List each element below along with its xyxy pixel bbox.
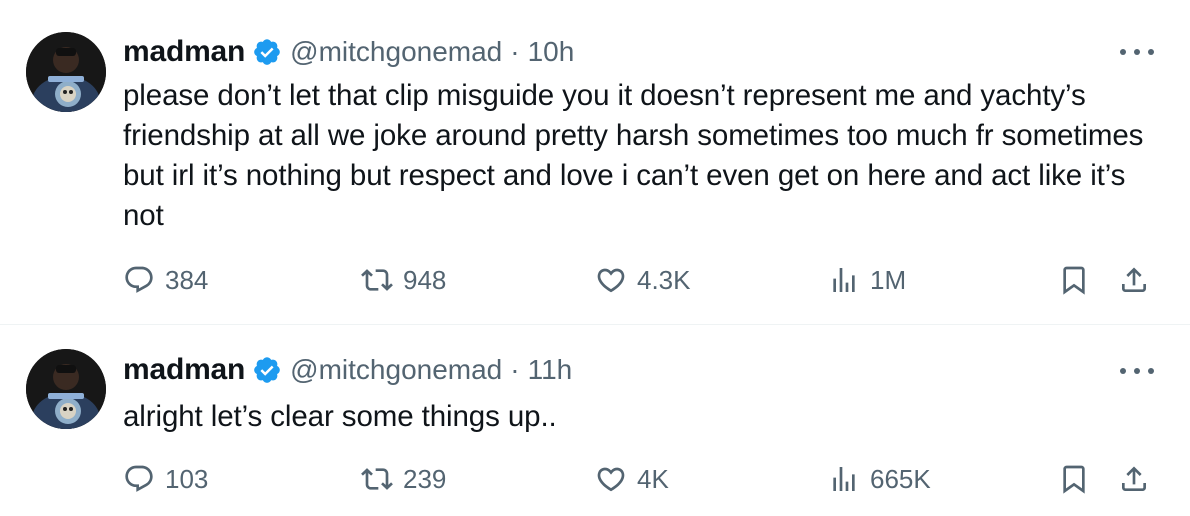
reply-count: 103 bbox=[165, 463, 209, 494]
views-count: 665K bbox=[870, 463, 931, 494]
reply-icon bbox=[125, 266, 153, 293]
reply-icon bbox=[125, 465, 153, 492]
verified-badge-icon bbox=[254, 39, 280, 65]
like-button[interactable]: 4K bbox=[595, 459, 669, 499]
action-bar: 384 948 4.3K 1M bbox=[123, 260, 1163, 300]
more-icon[interactable] bbox=[1120, 42, 1154, 62]
tweet-text: please don’t let that clip misguide you … bbox=[123, 79, 1144, 232]
action-bar: 103 239 4K 665K bbox=[123, 459, 1163, 499]
repost-button[interactable]: 239 bbox=[361, 459, 446, 499]
tweet[interactable]: madman @mitchgonemad · 10h please don’t … bbox=[0, 0, 1190, 324]
views-button[interactable]: 665K bbox=[828, 459, 931, 499]
like-count: 4K bbox=[637, 463, 669, 494]
reply-button[interactable]: 103 bbox=[123, 459, 208, 499]
tweet-header: madman @mitchgonemad · 11h bbox=[123, 350, 572, 390]
more-icon[interactable] bbox=[1120, 361, 1154, 381]
bookmark-button[interactable] bbox=[1058, 459, 1090, 499]
share-icon bbox=[1122, 466, 1146, 491]
display-name[interactable]: madman bbox=[123, 35, 245, 69]
separator: · bbox=[510, 354, 520, 385]
repost-icon bbox=[361, 468, 393, 490]
share-button[interactable] bbox=[1118, 459, 1150, 499]
separator: · bbox=[510, 36, 520, 67]
tweet[interactable]: madman @mitchgonemad · 11h alright let’s… bbox=[0, 325, 1190, 516]
views-icon bbox=[833, 467, 855, 491]
repost-icon bbox=[361, 269, 393, 291]
repost-count: 239 bbox=[403, 463, 447, 494]
timestamp[interactable]: 10h bbox=[528, 36, 575, 68]
views-count: 1M bbox=[870, 264, 907, 295]
handle[interactable]: @mitchgonemad bbox=[290, 354, 502, 386]
avatar[interactable] bbox=[26, 32, 106, 112]
views-button[interactable]: 1M bbox=[828, 260, 906, 300]
reply-button[interactable]: 384 bbox=[123, 260, 208, 300]
like-button[interactable]: 4.3K bbox=[595, 260, 691, 300]
like-count: 4.3K bbox=[637, 264, 691, 295]
display-name[interactable]: madman bbox=[123, 353, 245, 387]
views-icon bbox=[833, 268, 855, 292]
bookmark-icon bbox=[1063, 266, 1085, 295]
share-icon bbox=[1122, 267, 1146, 292]
like-icon bbox=[597, 467, 625, 492]
repost-count: 948 bbox=[403, 264, 447, 295]
like-icon bbox=[597, 268, 625, 293]
tweet-header: madman @mitchgonemad · 10h bbox=[123, 32, 574, 72]
timestamp[interactable]: 11h bbox=[528, 354, 573, 386]
repost-button[interactable]: 948 bbox=[361, 260, 446, 300]
tweet-text: alright let’s clear some things up.. bbox=[123, 400, 557, 433]
verified-badge-icon bbox=[254, 357, 280, 383]
share-button[interactable] bbox=[1118, 260, 1150, 300]
bookmark-icon bbox=[1063, 465, 1085, 494]
bookmark-button[interactable] bbox=[1058, 260, 1090, 300]
avatar[interactable] bbox=[26, 349, 106, 429]
reply-count: 384 bbox=[165, 264, 209, 295]
handle[interactable]: @mitchgonemad bbox=[290, 36, 502, 68]
